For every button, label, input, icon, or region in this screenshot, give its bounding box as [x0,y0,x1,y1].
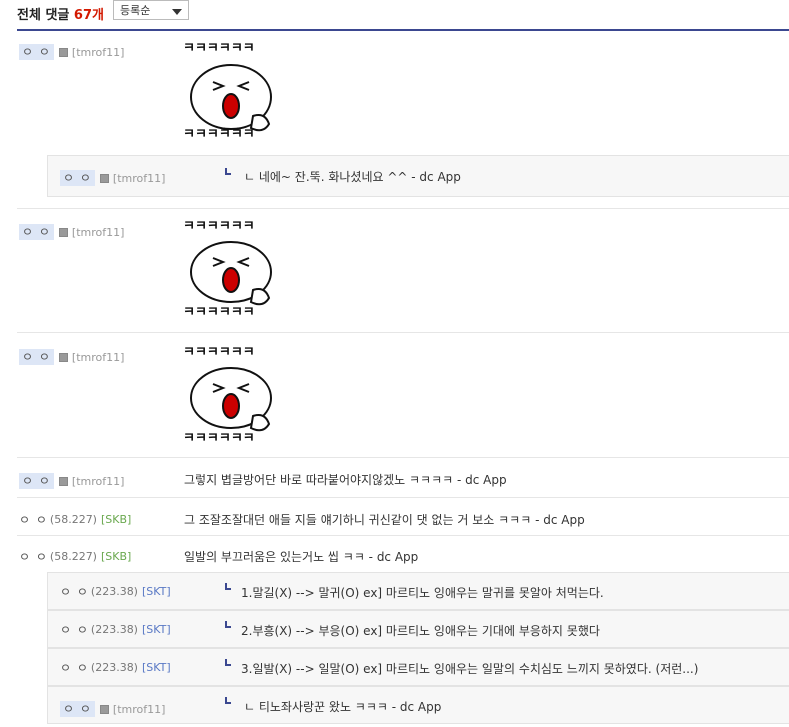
nickname: ㅇ ㅇ [60,584,89,599]
reply-author[interactable]: ㅇ ㅇ [tmrof11] [60,695,165,723]
gallog-icon[interactable] [58,227,68,237]
nickname: ㅇ ㅇ [19,473,54,489]
comment-item: ㅇ ㅇ (58.227) [SKB] 일발의 부끄러움은 있는거노 씹 ㅋㅋ -… [17,542,789,570]
comment-content: 그렇지 볍글방어단 바로 따라붙어야지않겠노 ㅋㅋㅋㅋ - dc App [184,473,507,487]
user-id: [tmrof11] [71,350,125,364]
sort-select-value: 등록순 [120,4,151,17]
user-id: [tmrof11] [112,702,166,716]
divider [17,208,789,209]
isp-tag: [SKB] [100,549,132,563]
nickname: ㅇ ㅇ [60,170,95,186]
dccon-image: ㅋㅋㅋㅋㅋㅋ ㅋㅋㅋㅋㅋㅋ [183,42,285,144]
reply-arrow-icon [225,168,231,175]
comment-author[interactable]: ㅇ ㅇ [tmrof11] [19,38,124,66]
comment-author[interactable]: ㅇ ㅇ [tmrof11] [19,467,124,495]
comment-header: 전체 댓글 67개 등록순 [17,0,789,31]
comment-item: ㅇ ㅇ [tmrof11] [17,218,789,333]
dccon-text: ㅋㅋㅋㅋㅋㅋ [183,432,255,446]
comment-author[interactable]: ㅇ ㅇ [tmrof11] [19,343,124,371]
nickname: ㅇ ㅇ [19,549,48,564]
dccon-image: ㅋㅋㅋㅋㅋㅋ ㅋㅋㅋㅋㅋㅋ [183,220,285,322]
user-id: [tmrof11] [71,45,125,59]
nickname: ㅇ ㅇ [19,349,54,365]
reply-author[interactable]: ㅇ ㅇ (223.38) [SKT] [60,653,171,681]
comment-author[interactable]: ㅇ ㅇ (58.227) [SKB] [19,542,131,570]
dccon-text: ㅋㅋㅋㅋㅋㅋ [183,128,255,142]
nickname: ㅇ ㅇ [19,512,48,527]
comment-item: ㅇ ㅇ [tmrof11] [17,343,789,458]
isp-tag: [SKT] [141,622,171,636]
reply-item: ㅇ ㅇ [tmrof11] ㄴ 네에~ 잔.뚝. 화나셨네요 ^^ - dc A… [47,155,789,197]
isp-tag: [SKT] [141,660,171,674]
isp-tag: [SKT] [141,584,171,598]
reply-content: 3.일발(X) --> 일말(O) ex] 마르티노 잉애우는 일말의 수치심도… [241,662,699,676]
reply-content: 2.부흥(X) --> 부응(O) ex] 마르티노 잉애우는 기대에 부응하지… [241,624,600,638]
reply-arrow-icon [225,697,231,704]
reply-author[interactable]: ㅇ ㅇ (223.38) [SKT] [60,615,171,643]
nickname: ㅇ ㅇ [19,224,54,240]
nickname: ㅇ ㅇ [60,660,89,675]
gallog-icon[interactable] [58,352,68,362]
comment-content: 그 조잘조잘대던 애들 지들 얘기하니 귀신같이 댓 없는 거 보소 ㅋㅋㅋ -… [184,513,585,527]
dccon-text: ㅋㅋㅋㅋㅋㅋ [183,306,255,320]
ip-address: (223.38) [90,584,138,598]
reply-author[interactable]: ㅇ ㅇ (223.38) [SKT] [60,577,171,605]
reply-arrow-icon [225,583,231,590]
comment-item: ㅇ ㅇ (58.227) [SKB] 그 조잘조잘대던 애들 지들 얘기하니 귀… [17,505,789,536]
reply-item: ㅇ ㅇ (223.38) [SKT] 3.일발(X) --> 일말(O) ex]… [47,648,789,686]
comment-count: 67개 [73,8,104,23]
reply-arrow-icon [225,659,231,666]
ip-address: (58.227) [49,549,97,563]
gallog-icon[interactable] [99,173,109,183]
reply-item: ㅇ ㅇ [tmrof11] ㄴ 티노좌사랑꾼 왔노 ㅋㅋㅋ - dc App [47,686,789,724]
reply-author[interactable]: ㅇ ㅇ [tmrof11] [60,164,165,192]
user-id: [tmrof11] [112,171,166,185]
reply-arrow-icon [225,621,231,628]
gallog-icon[interactable] [58,47,68,57]
nickname: ㅇ ㅇ [19,44,54,60]
comment-item: ㅇ ㅇ [tmrof11] [17,38,789,154]
reply-item: ㅇ ㅇ (223.38) [SKT] 1.말길(X) --> 말귀(O) ex]… [47,572,789,610]
comment-content: 일발의 부끄러움은 있는거노 씹 ㅋㅋ - dc App [184,550,419,564]
sort-select[interactable]: 등록순 [113,0,189,20]
isp-tag: [SKB] [100,512,132,526]
reply-item: ㅇ ㅇ (223.38) [SKT] 2.부흥(X) --> 부응(O) ex]… [47,610,789,648]
gallog-icon[interactable] [58,476,68,486]
chevron-down-icon [172,9,182,15]
user-id: [tmrof11] [71,474,125,488]
comment-count-title: 전체 댓글 67개 [17,4,104,23]
user-id: [tmrof11] [71,225,125,239]
reply-content: ㄴ 네에~ 잔.뚝. 화나셨네요 ^^ - dc App [244,170,461,184]
ip-address: (58.227) [49,512,97,526]
gallog-icon[interactable] [99,704,109,714]
reply-content: 1.말길(X) --> 말귀(O) ex] 마르티노 잉애우는 말귀를 못알아 … [241,586,604,600]
ip-address: (223.38) [90,660,138,674]
comment-item: ㅇ ㅇ [tmrof11] 그렇지 볍글방어단 바로 따라붙어야지않겠노 ㅋㅋㅋ… [17,467,789,498]
dccon-image: ㅋㅋㅋㅋㅋㅋ ㅋㅋㅋㅋㅋㅋ [183,346,285,448]
nickname: ㅇ ㅇ [60,622,89,637]
comment-title-label: 전체 댓글 [17,8,70,23]
ip-address: (223.38) [90,622,138,636]
reply-content: ㄴ 티노좌사랑꾼 왔노 ㅋㅋㅋ - dc App [244,700,442,714]
comment-author[interactable]: ㅇ ㅇ (58.227) [SKB] [19,505,131,533]
comment-author[interactable]: ㅇ ㅇ [tmrof11] [19,218,124,246]
nickname: ㅇ ㅇ [60,701,95,717]
